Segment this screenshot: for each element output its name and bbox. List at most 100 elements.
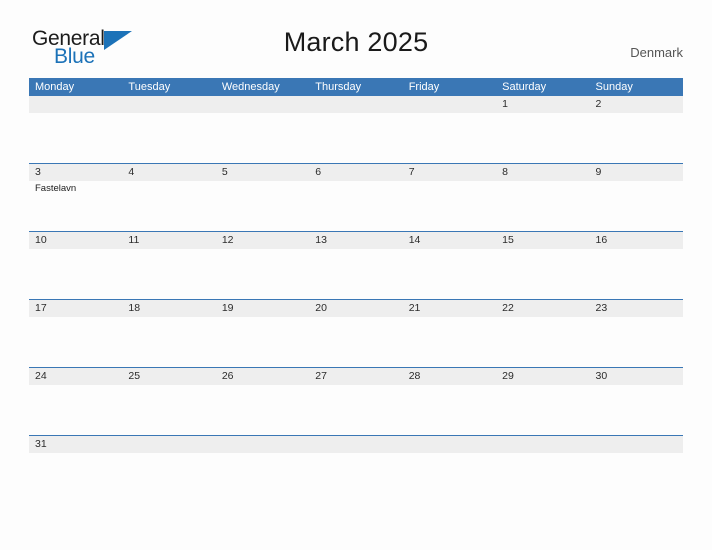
date-number: 28 [408, 370, 421, 382]
date-number: 23 [595, 302, 608, 314]
day-events [496, 249, 589, 251]
calendar-day-cell-empty [215, 96, 310, 163]
calendar-day-cell[interactable]: 18 [122, 300, 216, 367]
calendar-day-cell[interactable]: 7 [402, 164, 497, 231]
date-number: 4 [128, 166, 135, 178]
date-band: 19 [215, 300, 310, 317]
day-events [403, 385, 496, 387]
day-events [496, 317, 589, 319]
calendar-day-cell[interactable]: 2 [589, 96, 683, 163]
calendar-day-cell[interactable]: 22 [496, 300, 590, 367]
weekday-sunday: Sunday [595, 81, 633, 93]
day-events [309, 453, 402, 455]
date-number: 8 [502, 166, 508, 178]
calendar-day-cell[interactable]: 3 Fastelavn [29, 164, 123, 231]
calendar-day-cell[interactable]: 4 [122, 164, 216, 231]
date-band [309, 96, 403, 113]
date-band: 16 [589, 232, 683, 249]
calendar-day-cell-empty [309, 436, 403, 462]
calendar-weeks: 1 2 3 Fastelavn 4 5 6 7 8 9 10 11 12 13 14 15 16 17 18 19 20… [29, 96, 683, 464]
calendar-day-cell[interactable]: 21 [402, 300, 497, 367]
date-band: 1 [496, 96, 590, 113]
date-band: 27 [309, 368, 403, 385]
calendar-day-cell-empty [589, 436, 683, 462]
calendar-day-cell[interactable]: 15 [496, 232, 590, 299]
date-number: 2 [595, 98, 602, 110]
date-band: 18 [122, 300, 216, 317]
date-band: 29 [496, 368, 590, 385]
day-events [309, 385, 402, 387]
calendar-day-cell[interactable]: 10 [29, 232, 123, 299]
calendar-day-cell[interactable]: 5 [215, 164, 310, 231]
page-title: March 2025 [283, 27, 429, 57]
date-number: 6 [315, 166, 322, 178]
day-events [216, 181, 309, 183]
date-number: 25 [128, 370, 141, 382]
calendar-day-cell[interactable]: 28 [402, 368, 497, 435]
day-events: Fastelavn [29, 181, 122, 195]
calendar-event[interactable]: Fastelavn [35, 183, 118, 195]
calendar-day-cell[interactable]: 16 [589, 232, 683, 299]
calendar-day-cell[interactable]: 8 [496, 164, 590, 231]
day-events [590, 317, 683, 319]
date-number: 11 [128, 234, 140, 246]
calendar-day-cell[interactable]: 24 [29, 368, 123, 435]
calendar-day-cell[interactable]: 13 [309, 232, 403, 299]
date-number: 26 [221, 370, 234, 382]
day-events [590, 385, 683, 387]
date-band: 3 [29, 164, 123, 181]
date-number: 9 [595, 166, 602, 178]
date-number: 20 [315, 302, 327, 314]
date-number: 13 [315, 234, 327, 246]
calendar-day-cell[interactable]: 19 [215, 300, 310, 367]
date-band: 30 [589, 368, 683, 385]
date-band [309, 436, 403, 453]
calendar-day-cell[interactable]: 12 [215, 232, 310, 299]
date-number: 18 [128, 302, 141, 314]
calendar-day-cell[interactable]: 25 [122, 368, 216, 435]
day-events [122, 113, 215, 115]
day-events [496, 385, 589, 387]
calendar-day-cell[interactable]: 31 [29, 436, 123, 462]
calendar-day-cell[interactable]: 14 [402, 232, 497, 299]
day-events [496, 453, 589, 455]
date-number: 24 [35, 370, 47, 382]
day-events [496, 113, 589, 115]
date-band [29, 96, 123, 113]
calendar-day-cell[interactable]: 27 [309, 368, 403, 435]
day-events [29, 385, 122, 387]
date-number: 19 [221, 302, 234, 314]
calendar-week-row: 3 Fastelavn 4 5 6 7 8 9 [29, 163, 683, 231]
date-band [122, 96, 216, 113]
calendar-day-cell[interactable]: 20 [309, 300, 403, 367]
date-number: 31 [35, 438, 47, 450]
calendar-day-cell[interactable]: 23 [589, 300, 683, 367]
calendar-day-cell-empty [309, 96, 403, 163]
calendar-day-cell[interactable]: 11 [122, 232, 216, 299]
date-band: 6 [309, 164, 403, 181]
weekday-header-row: Monday Tuesday Wednesday Thursday Friday… [29, 78, 683, 96]
day-events [590, 181, 683, 183]
week-day-cells: 12 [29, 96, 683, 163]
calendar-grid: Monday Tuesday Wednesday Thursday Friday… [29, 78, 683, 464]
date-number: 12 [221, 234, 234, 246]
date-band: 22 [496, 300, 590, 317]
calendar-day-cell[interactable]: 26 [215, 368, 310, 435]
week-day-cells: 3 Fastelavn 4 5 6 7 8 9 [29, 164, 683, 231]
weekday-monday: Monday [35, 81, 75, 93]
calendar-day-cell[interactable]: 6 [309, 164, 403, 231]
calendar-day-cell[interactable]: 30 [589, 368, 683, 435]
day-events [122, 249, 215, 251]
calendar-day-cell[interactable]: 9 [589, 164, 683, 231]
date-band: 10 [29, 232, 123, 249]
date-band: 8 [496, 164, 590, 181]
date-number: 16 [595, 234, 608, 246]
calendar-week-row: 31 [29, 435, 683, 464]
date-number: 21 [408, 302, 421, 314]
date-band: 17 [29, 300, 123, 317]
day-events [122, 181, 215, 183]
calendar-day-cell[interactable]: 1 [496, 96, 590, 163]
calendar-day-cell[interactable]: 17 [29, 300, 123, 367]
calendar-day-cell[interactable]: 29 [496, 368, 590, 435]
day-events [216, 317, 309, 319]
